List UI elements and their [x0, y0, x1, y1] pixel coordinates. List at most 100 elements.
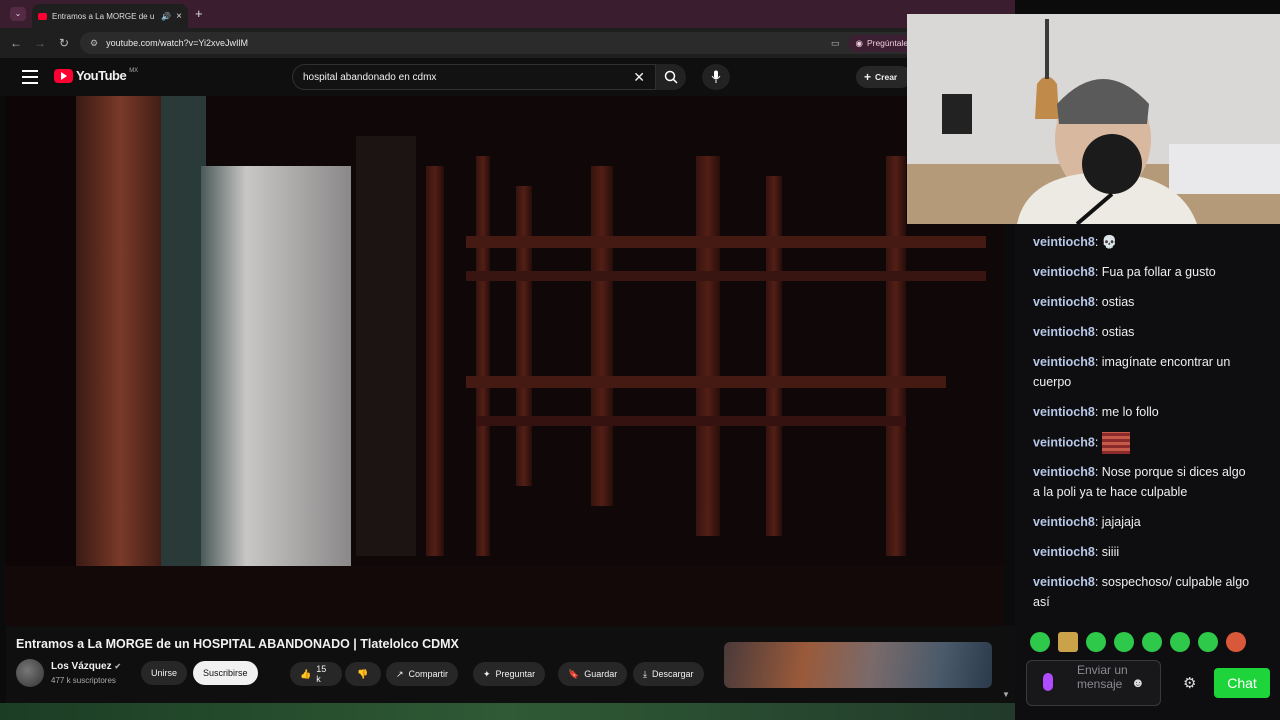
chat-message: veintioch8: ostias [1033, 325, 1135, 339]
chat-message: veintioch8: Fua pa follar a gusto [1033, 265, 1216, 279]
video-player[interactable] [6, 96, 1004, 626]
chat-send-button[interactable]: Chat [1214, 668, 1270, 698]
tab-title: Entramos a La MORGE de u [52, 11, 155, 21]
share-label: Compartir [408, 669, 449, 679]
create-label: Crear [875, 72, 898, 82]
emote-icon[interactable] [1058, 632, 1078, 652]
microphone-icon[interactable] [1043, 673, 1053, 691]
chat-message-text: siiii [1101, 545, 1120, 559]
emote-icon[interactable] [1114, 632, 1134, 652]
chat-message: veintioch8: jajajaja [1033, 515, 1141, 529]
emote-icon[interactable] [1170, 632, 1190, 652]
site-info-icon[interactable]: ⚙ [90, 38, 98, 49]
chat-username[interactable]: veintioch8 [1033, 325, 1095, 339]
subscribe-button[interactable]: Suscribirse [193, 661, 258, 685]
google-lens-icon: ◉ [855, 37, 863, 48]
search-icon [664, 70, 678, 84]
youtube-play-icon [54, 68, 73, 83]
chat-settings-gear-icon[interactable]: ⚙ [1183, 674, 1196, 692]
chat-username[interactable]: veintioch8 [1033, 515, 1095, 529]
emoji-picker-icon[interactable]: ☻ [1131, 675, 1145, 690]
save-label: Guardar [584, 669, 618, 679]
chat-username[interactable]: veintioch8 [1033, 575, 1095, 589]
voice-search-button[interactable] [702, 64, 730, 90]
chat-username[interactable]: veintioch8 [1033, 405, 1095, 419]
chat-message-text: ostias [1101, 325, 1135, 339]
back-arrow-icon[interactable]: ← [8, 35, 24, 51]
chat-message-text: 💀 [1101, 235, 1118, 249]
channel-name-text: Los Vázquez [51, 661, 112, 672]
chat-message-input[interactable]: Enviar un mensaje ☻ [1026, 660, 1161, 706]
channel-name[interactable]: Los Vázquez ✔ [51, 661, 121, 672]
like-button[interactable]: 👍 15 k [290, 662, 342, 686]
recommended-video-thumbnail[interactable] [724, 642, 992, 688]
url-field[interactable]: ⚙ youtube.com/watch?v=Yi2xveJwIlM ▭ ◉ Pr… [80, 32, 979, 54]
chat-message: veintioch8: imagínate encontrar un cuerp… [1033, 355, 1231, 389]
download-icon: ⤓ [643, 668, 647, 679]
like-count: 15 k [316, 664, 327, 684]
chat-message: veintioch8: ostias [1033, 295, 1135, 309]
tab-list-button[interactable]: ⌄ [10, 7, 26, 21]
chat-username[interactable]: veintioch8 [1033, 295, 1095, 309]
chat-message-text: ostias [1101, 295, 1135, 309]
chat-message: veintioch8: me lo follo [1033, 405, 1159, 419]
video-title: Entramos a La MORGE de un HOSPITAL ABAND… [16, 637, 459, 651]
chat-username[interactable]: veintioch8 [1033, 435, 1095, 449]
youtube-favicon-icon [38, 12, 47, 20]
tab-close-icon[interactable]: × [176, 11, 182, 22]
video-frame-scene [6, 96, 1004, 626]
join-button[interactable]: Unirse [141, 661, 188, 685]
search-input[interactable]: hospital abandonado en cdmx ✕ [292, 64, 656, 90]
chat-message: veintioch8: [1033, 432, 1255, 454]
browser-tab-bar: ⌄ Entramos a La MORGE de u 🔊 × + [0, 0, 1015, 28]
verified-check-icon: ✔ [114, 662, 122, 671]
new-tab-button[interactable]: + [195, 6, 203, 21]
chat-message-text: Fua pa follar a gusto [1101, 265, 1216, 279]
sparkle-icon: ✦ [483, 668, 491, 679]
chat-message-text: me lo follo [1101, 405, 1159, 419]
search-query-text: hospital abandonado en cdmx [303, 71, 437, 83]
create-button[interactable]: + Crear [856, 66, 912, 88]
share-button[interactable]: ↗ Compartir [386, 662, 459, 686]
hamburger-menu-icon[interactable] [22, 70, 38, 84]
url-text: youtube.com/watch?v=Yi2xveJwIlM [106, 38, 249, 48]
chat-username[interactable]: veintioch8 [1033, 545, 1095, 559]
download-button[interactable]: ⤓ Descargar [633, 662, 704, 686]
emote-icon[interactable] [1226, 632, 1246, 652]
chat-username[interactable]: veintioch8 [1033, 465, 1095, 479]
forward-arrow-icon[interactable]: → [32, 35, 48, 51]
clear-search-icon[interactable]: ✕ [633, 69, 645, 86]
subscriber-count: 477 k suscriptores [51, 676, 116, 685]
scrollbar-down-arrow-icon[interactable]: ▼ [1002, 690, 1010, 699]
emote-icon[interactable] [1198, 632, 1218, 652]
chat-username[interactable]: veintioch8 [1033, 265, 1095, 279]
ask-button[interactable]: ✦ Preguntar [473, 662, 546, 686]
emote-icon[interactable] [1142, 632, 1162, 652]
microphone-icon [711, 70, 721, 83]
chat-input-placeholder: Enviar un mensaje [1077, 663, 1128, 691]
desktop-background-strip [0, 703, 1015, 720]
emote-icon[interactable] [1086, 632, 1106, 652]
plus-icon: + [864, 70, 872, 84]
chat-username[interactable]: veintioch8 [1033, 355, 1095, 369]
tab-audio-icon[interactable]: 🔊 [161, 12, 171, 21]
ask-label: Preguntar [495, 669, 536, 679]
browser-tab-active[interactable]: Entramos a La MORGE de u 🔊 × [32, 4, 188, 28]
webcam-scene [907, 14, 1280, 224]
thumbs-down-icon: 👎 [357, 668, 369, 679]
save-button[interactable]: 🔖 Guardar [558, 662, 628, 686]
channel-avatar[interactable] [16, 659, 44, 687]
webcam-overlay [907, 14, 1280, 224]
chat-username[interactable]: veintioch8 [1033, 235, 1095, 249]
youtube-logo-text: YouTube [76, 68, 127, 83]
youtube-logo[interactable]: YouTube MX [54, 68, 138, 83]
chat-message: veintioch8: siiii [1033, 545, 1120, 559]
search-button[interactable] [656, 64, 686, 90]
cast-icon[interactable]: ▭ [831, 38, 840, 49]
chat-message: veintioch8: 💀 [1033, 235, 1118, 249]
emote-icon[interactable] [1030, 632, 1050, 652]
chat-message: veintioch8: Nose porque si dices algo a … [1033, 465, 1246, 499]
reload-icon[interactable]: ↻ [56, 35, 72, 51]
thumbs-up-icon: 👍 [300, 668, 312, 679]
dislike-button[interactable]: 👎 [345, 662, 381, 686]
